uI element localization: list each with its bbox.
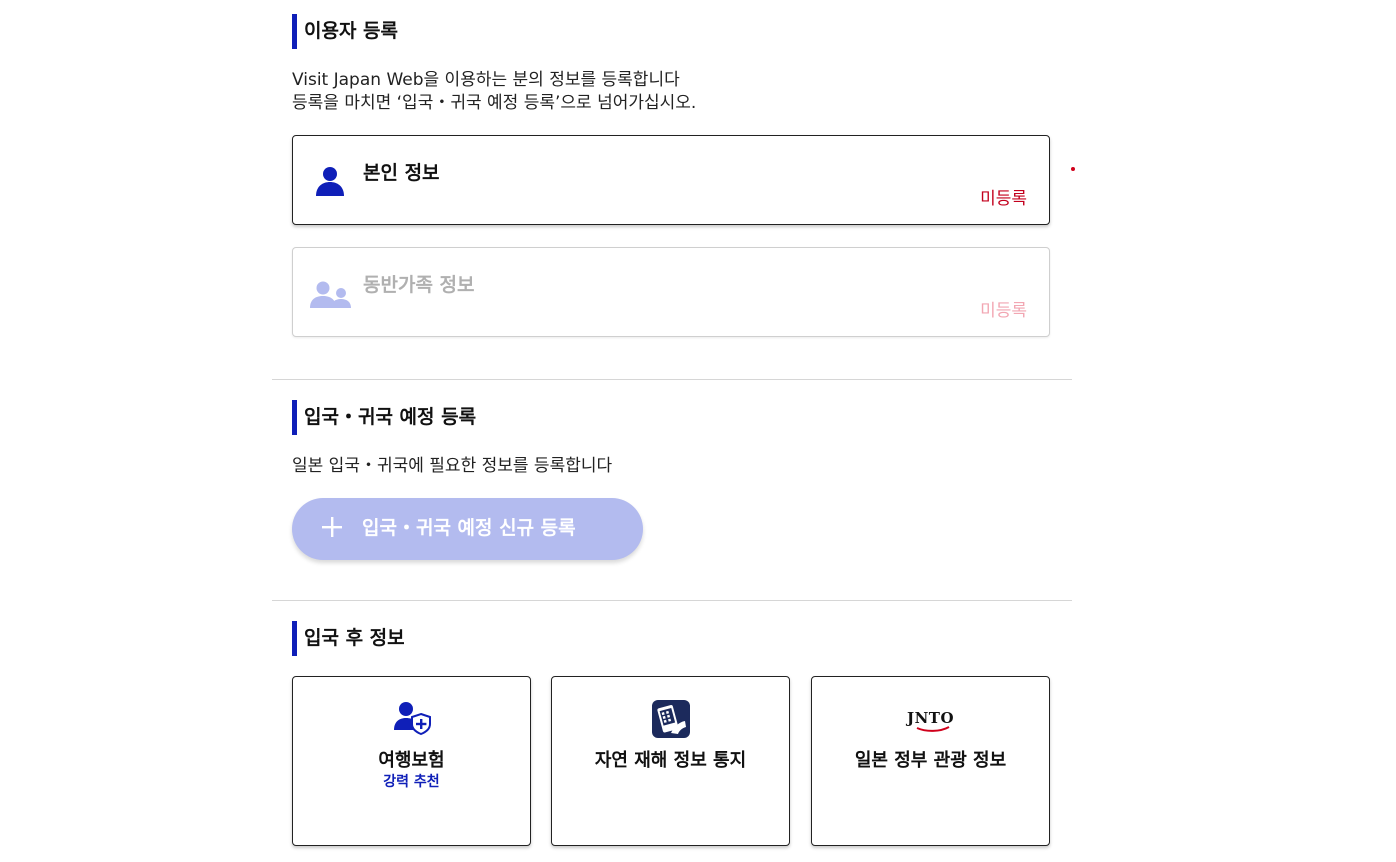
self-info-card[interactable]: 본인 정보 미등록 bbox=[292, 135, 1050, 225]
required-indicator bbox=[1071, 167, 1075, 171]
jnto-logo-swoosh bbox=[916, 726, 949, 732]
travel-insurance-title: 여행보험 bbox=[378, 750, 445, 771]
family-info-status: 미등록 bbox=[980, 301, 1027, 321]
self-info-status: 미등록 bbox=[980, 189, 1027, 209]
entry-plan-description: 일본 입국・귀국에 필요한 정보를 등록합니다 bbox=[292, 456, 613, 476]
add-entry-plan-label: 입국・귀국 예정 신규 등록 bbox=[362, 517, 576, 539]
insurance-shield-icon bbox=[393, 702, 431, 736]
self-info-title: 본인 정보 bbox=[363, 162, 440, 184]
jnto-info-title: 일본 정부 관광 정보 bbox=[854, 750, 1007, 771]
jnto-info-tile[interactable]: JNTO 일본 정부 관광 정보 bbox=[811, 676, 1050, 846]
plus-icon bbox=[322, 517, 342, 537]
user-registration-desc-line1: Visit Japan Web을 이용하는 분의 정보를 등록합니다 bbox=[292, 70, 680, 90]
family-icon bbox=[310, 281, 351, 308]
family-info-title: 동반가족 정보 bbox=[363, 274, 475, 296]
user-registration-description: Visit Japan Web을 이용하는 분의 정보를 등록합니다 등록을 마… bbox=[292, 69, 696, 115]
family-info-card: 동반가족 정보 미등록 bbox=[292, 247, 1050, 337]
section-divider bbox=[272, 600, 1072, 601]
travel-insurance-subtitle: 강력 추천 bbox=[383, 774, 440, 790]
section-divider bbox=[272, 379, 1072, 380]
travel-insurance-tile[interactable]: 여행보험 강력 추천 bbox=[292, 676, 531, 846]
disaster-info-icon bbox=[651, 700, 690, 738]
person-icon bbox=[316, 167, 344, 196]
entry-plan-title: 입국・귀국 예정 등록 bbox=[292, 400, 476, 435]
user-registration-desc-line2: 등록을 마치면 ‘입국・귀국 예정 등록’으로 넘어가십시오. bbox=[292, 93, 697, 113]
jnto-logo-text: JNTO bbox=[906, 709, 955, 727]
add-entry-plan-button[interactable]: 입국・귀국 예정 신규 등록 bbox=[292, 498, 643, 560]
after-entry-title: 입국 후 정보 bbox=[292, 621, 405, 656]
user-registration-title: 이용자 등록 bbox=[292, 14, 398, 49]
jnto-logo: JNTO bbox=[901, 700, 961, 740]
disaster-info-tile[interactable]: 자연 재해 정보 통지 bbox=[551, 676, 790, 846]
disaster-info-title: 자연 재해 정보 통지 bbox=[594, 750, 747, 771]
